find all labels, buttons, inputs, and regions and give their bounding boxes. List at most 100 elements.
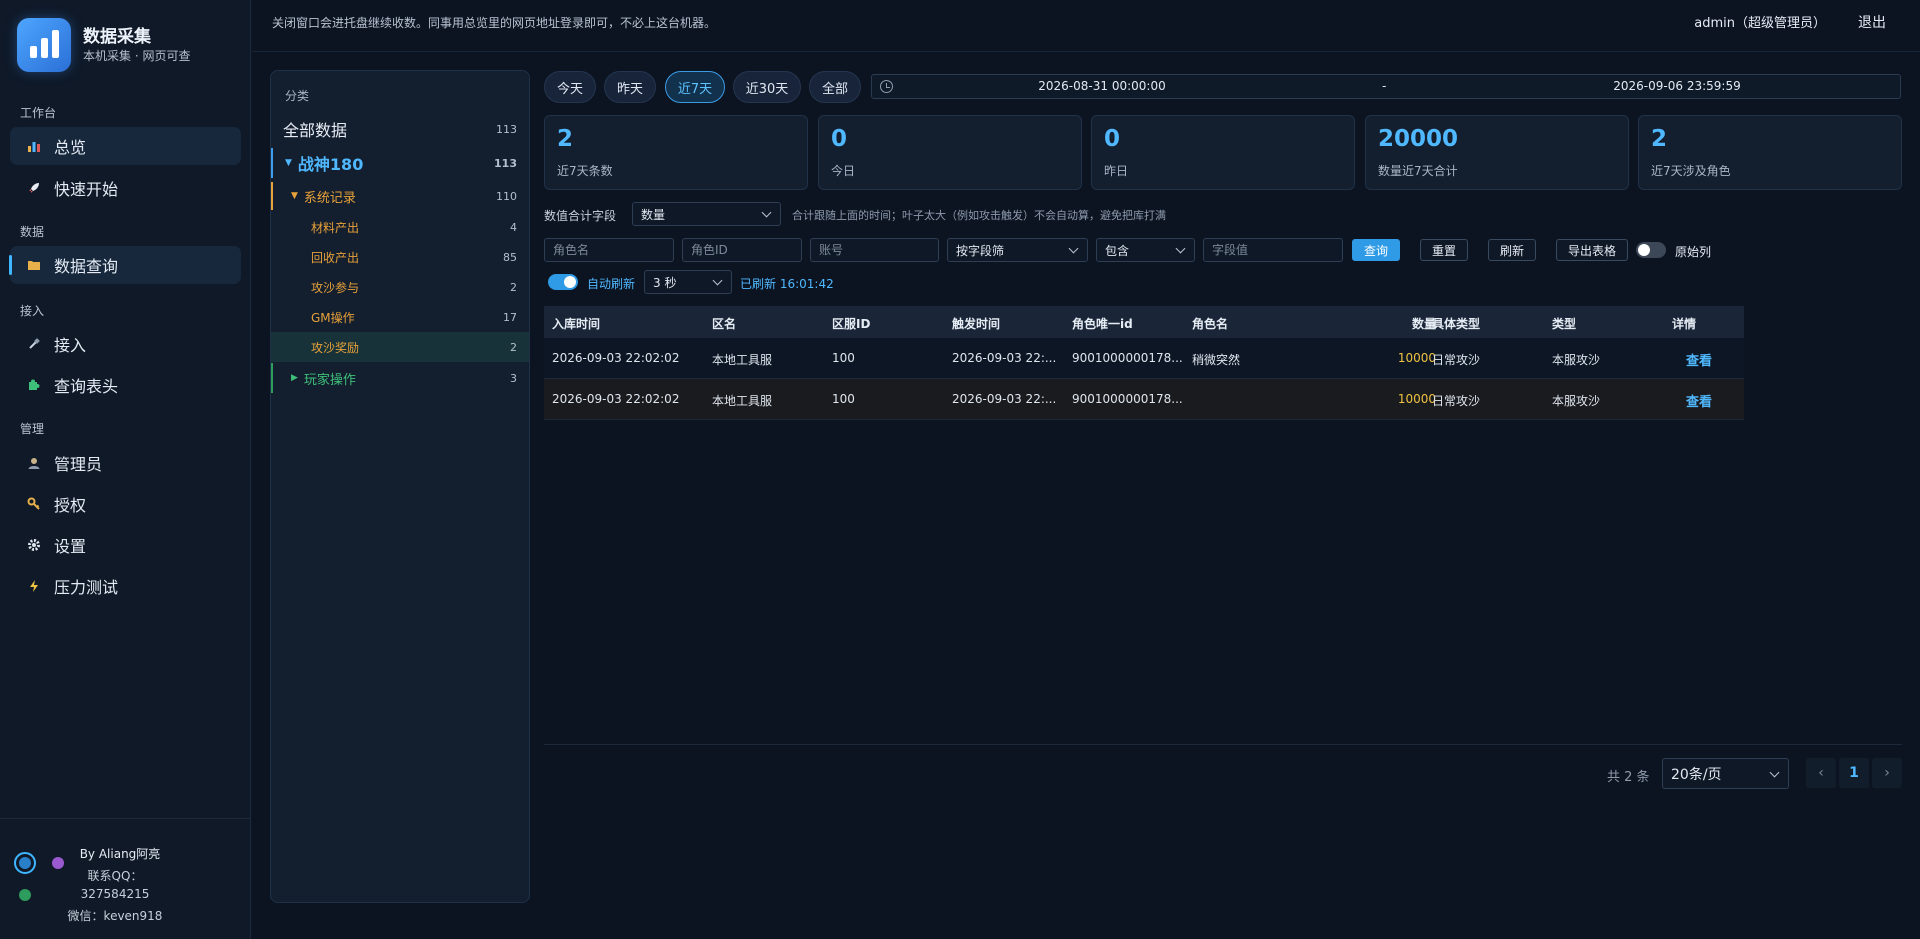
- date-range-picker[interactable]: 2026-08-31 00:00:00 - 2026-09-06 23:59:5…: [871, 74, 1901, 99]
- category-sub-item-selected[interactable]: 攻沙奖励 2: [271, 332, 529, 362]
- prev-page-button[interactable]: ‹: [1806, 758, 1836, 788]
- category-sub-item[interactable]: 回收产出 85: [271, 242, 529, 272]
- raw-columns-toggle[interactable]: [1636, 242, 1666, 258]
- page-number-1[interactable]: 1: [1839, 758, 1869, 788]
- cell-server-id: 100: [832, 351, 855, 365]
- chevron-down-icon: [761, 207, 772, 218]
- wechat-id: 微信：keven918: [67, 909, 163, 923]
- chevron-down-icon: [1175, 243, 1186, 254]
- view-detail-link[interactable]: 查看: [1686, 391, 1712, 410]
- nav-group-manage: 管理: [20, 422, 45, 436]
- sum-field-select[interactable]: 数量: [632, 202, 781, 226]
- date-filter-yesterday[interactable]: 昨天: [604, 71, 656, 103]
- category-sub-item[interactable]: 材料产出 4: [271, 212, 529, 242]
- author-credit: By Aliang阿亮: [79, 847, 161, 861]
- role-id-input[interactable]: [682, 238, 802, 262]
- nav-item-access[interactable]: 接入: [10, 325, 241, 363]
- nav-item-quick-start[interactable]: 快速开始: [10, 169, 241, 207]
- lightning-icon: [26, 578, 42, 594]
- nav-item-stress-test[interactable]: 压力测试: [10, 567, 241, 605]
- stat-value: 0: [831, 126, 848, 152]
- field-filter-value: 按字段筛: [956, 243, 1005, 258]
- category-label: 攻沙参与: [311, 280, 360, 295]
- stat-value: 2: [557, 126, 574, 152]
- folder-icon: [26, 257, 42, 273]
- field-filter-select[interactable]: 按字段筛: [947, 238, 1088, 262]
- cell-server-name: 本地工具服: [712, 353, 773, 367]
- column-header[interactable]: 角色名: [1192, 315, 1228, 332]
- column-header[interactable]: 详情: [1672, 315, 1696, 332]
- page-size-value: 20条/页: [1671, 766, 1722, 783]
- tray-note: 关闭窗口会进托盘继续收数。同事用总览里的网页地址登录即可，不必上这台机器。: [272, 16, 717, 30]
- nav-item-label: 压力测试: [54, 578, 119, 597]
- cell-role-uid: 9001000000178...: [1072, 351, 1183, 365]
- logout-button[interactable]: 退出: [1858, 12, 1886, 32]
- category-sub-item[interactable]: 攻沙参与 2: [271, 272, 529, 302]
- role-name-input[interactable]: [544, 238, 674, 262]
- category-game[interactable]: ▼ 战神180 113: [271, 148, 529, 178]
- refresh-interval-select[interactable]: 3 秒: [644, 270, 732, 294]
- nav-item-query-headers[interactable]: 查询表头: [10, 366, 241, 404]
- column-header[interactable]: 触发时间: [952, 315, 1000, 332]
- refresh-status: 已刷新 16:01:42: [740, 277, 834, 291]
- category-all[interactable]: 全部数据 113: [271, 114, 529, 144]
- column-header[interactable]: 区服ID: [832, 315, 870, 332]
- top-bar: 关闭窗口会进托盘继续收数。同事用总览里的网页地址登录即可，不必上这台机器。 ad…: [252, 0, 1920, 52]
- range-end: 2026-09-06 23:59:59: [1613, 79, 1741, 93]
- stat-label: 近7天涉及角色: [1651, 164, 1731, 178]
- date-filter-30days[interactable]: 近30天: [733, 71, 801, 103]
- qq-label: 联系QQ：: [87, 869, 143, 883]
- account-input[interactable]: [810, 238, 939, 262]
- nav-item-overview[interactable]: 总览: [10, 127, 241, 165]
- operator-value: 包含: [1105, 243, 1130, 258]
- nav-item-admins[interactable]: 管理员: [10, 444, 241, 482]
- refresh-button[interactable]: 刷新: [1488, 239, 1536, 261]
- cell-amount: 10000: [1397, 351, 1436, 365]
- stat-value: 0: [1104, 126, 1121, 152]
- caret-down-icon: ▼: [285, 158, 292, 168]
- cell-amount: 10000: [1397, 392, 1436, 406]
- date-filter-7days[interactable]: 近7天: [665, 71, 725, 103]
- pagination-divider: [544, 744, 1902, 745]
- column-header[interactable]: 具体类型: [1432, 315, 1480, 332]
- nav-item-data-query[interactable]: 数据查询: [9, 246, 241, 284]
- theme-dot-green[interactable]: [14, 884, 36, 906]
- page-size-select[interactable]: 20条/页: [1662, 758, 1789, 789]
- brand-title: 数据采集: [83, 27, 151, 47]
- export-button[interactable]: 导出表格: [1556, 239, 1628, 261]
- reset-button[interactable]: 重置: [1420, 239, 1468, 261]
- category-sub-item[interactable]: GM操作 17: [271, 302, 529, 332]
- stat-label: 数量近7天合计: [1378, 164, 1458, 178]
- category-count: 2: [510, 280, 517, 294]
- view-detail-link[interactable]: 查看: [1686, 350, 1712, 369]
- column-header[interactable]: 区名: [712, 315, 736, 332]
- column-header[interactable]: 角色唯一id: [1072, 315, 1133, 332]
- nav-item-label: 设置: [54, 537, 87, 556]
- key-icon: [26, 496, 42, 512]
- stat-card: 2 近7天条数: [544, 115, 808, 190]
- category-system-records[interactable]: ▼ 系统记录 110: [271, 182, 529, 210]
- category-player-actions[interactable]: ▶ 玩家操作 3: [271, 363, 529, 393]
- nav-group-data: 数据: [20, 225, 45, 239]
- query-button[interactable]: 查询: [1352, 239, 1400, 261]
- auto-refresh-toggle[interactable]: [548, 274, 578, 290]
- bar-chart-logo-icon: [17, 18, 71, 72]
- stat-label: 近7天条数: [557, 164, 613, 178]
- operator-select[interactable]: 包含: [1096, 238, 1195, 262]
- category-count: 110: [496, 189, 517, 203]
- next-page-button[interactable]: ›: [1872, 758, 1902, 788]
- nav-item-label: 管理员: [54, 455, 103, 474]
- column-header[interactable]: 类型: [1552, 315, 1576, 332]
- category-label: 攻沙奖励: [311, 340, 360, 355]
- category-count: 3: [510, 371, 517, 385]
- refresh-interval-value: 3 秒: [653, 275, 677, 290]
- auto-refresh-label: 自动刷新: [587, 277, 636, 291]
- nav-item-license[interactable]: 授权: [10, 485, 241, 523]
- date-filter-all[interactable]: 全部: [809, 71, 861, 103]
- range-separator: -: [1382, 79, 1387, 93]
- date-filter-today[interactable]: 今天: [544, 71, 596, 103]
- column-header[interactable]: 入库时间: [552, 315, 600, 332]
- column-header[interactable]: 数量: [1392, 315, 1436, 332]
- field-value-input[interactable]: [1203, 238, 1343, 262]
- nav-item-settings[interactable]: 设置: [10, 526, 241, 564]
